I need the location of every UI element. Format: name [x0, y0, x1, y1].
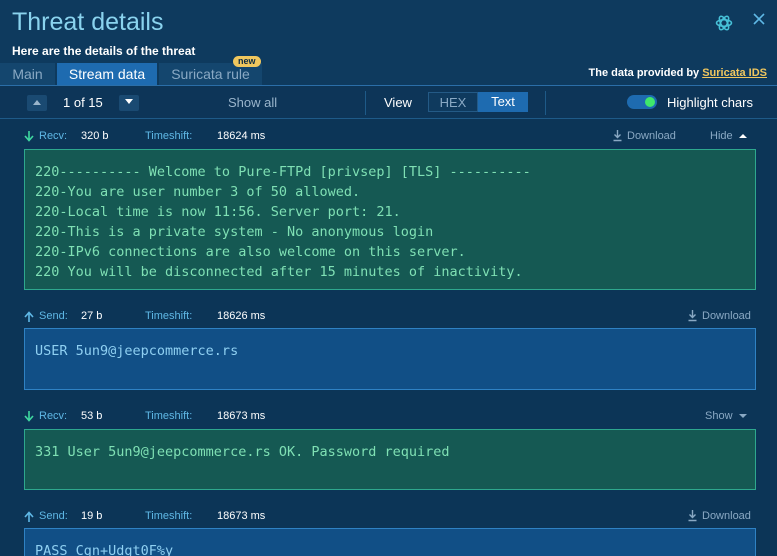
direction-label: Send: [39, 310, 68, 322]
download-label: Download [702, 310, 751, 322]
message-header: Send: 19 b Timeshift: 18673 ms Download [24, 509, 756, 525]
data-provider-note: The data provided by Suricata IDS [589, 67, 767, 79]
stream-toolbar: 1 of 15 Show all View HEX Text Highlight… [0, 87, 777, 119]
received-message-content: 220---------- Welcome to Pure-FTPd [priv… [24, 149, 756, 290]
received-message-content: 331 User 5un9@jeepcommerce.rs OK. Passwo… [24, 429, 756, 490]
new-badge: new [233, 56, 261, 67]
sent-message-content: USER 5un9@jeepcommerce.rs [24, 328, 756, 390]
download-icon [688, 310, 697, 322]
download-icon [613, 130, 622, 142]
timeshift-value: 18673 ms [217, 510, 266, 522]
caret-up-icon [738, 134, 747, 138]
stream-pager: 1 of 15 [63, 95, 103, 110]
view-label: View [384, 95, 412, 110]
timeshift-value: 18673 ms [217, 410, 266, 422]
hide-button[interactable]: Hide [710, 130, 747, 142]
direction-label: Recv: [39, 130, 68, 142]
caret-down-icon [738, 414, 747, 418]
hide-label: Hide [710, 130, 733, 142]
sent-message-content: PASS Cgn+Udgt0F%y [24, 528, 756, 556]
page-subtitle: Here are the details of the threat [12, 44, 196, 58]
timeshift-label: Timeshift: [145, 510, 193, 522]
message-size: 53 b [81, 410, 103, 422]
highlight-chars-toggle[interactable] [627, 95, 657, 109]
message-header: Send: 27 b Timeshift: 18626 ms Download [24, 309, 756, 325]
show-button[interactable]: Show [705, 410, 747, 422]
direction-label: Recv: [39, 410, 68, 422]
direction-label: Send: [39, 510, 68, 522]
chevron-down-icon [125, 99, 133, 104]
page-title: Threat details [12, 8, 164, 36]
download-icon [688, 510, 697, 522]
download-button[interactable]: Download [688, 510, 751, 522]
toolbar-divider [545, 91, 546, 115]
chevron-up-icon [33, 100, 41, 105]
arrow-up-icon [24, 311, 34, 322]
timeshift-label: Timeshift: [145, 410, 193, 422]
next-stream-button[interactable] [119, 95, 139, 111]
tab-main[interactable]: Main [0, 63, 55, 85]
header: Threat details Here are the details of t… [0, 0, 777, 64]
arrow-up-icon [24, 511, 34, 522]
download-label: Download [702, 510, 751, 522]
view-hex-button[interactable]: HEX [428, 92, 478, 112]
timeshift-label: Timeshift: [145, 310, 193, 322]
openai-icon[interactable] [714, 13, 734, 33]
show-all-button[interactable]: Show all [228, 95, 277, 110]
download-button[interactable]: Download [613, 130, 676, 142]
show-label: Show [705, 410, 733, 422]
timeshift-value: 18624 ms [217, 130, 266, 142]
suricata-ids-link[interactable]: Suricata IDS [702, 67, 767, 79]
tab-stream-data[interactable]: Stream data [57, 63, 157, 85]
download-button[interactable]: Download [688, 310, 751, 322]
timeshift-value: 18626 ms [217, 310, 266, 322]
view-text-button[interactable]: Text [478, 92, 528, 112]
download-label: Download [627, 130, 676, 142]
arrow-down-icon [24, 411, 34, 422]
toggle-knob [645, 97, 655, 107]
arrow-down-icon [24, 131, 34, 142]
message-header: Recv: 53 b Timeshift: 18673 ms Show [24, 409, 756, 425]
timeshift-label: Timeshift: [145, 130, 193, 142]
toolbar-divider [365, 91, 366, 115]
provider-prefix: The data provided by [588, 67, 700, 79]
close-icon[interactable] [752, 12, 766, 26]
message-size: 27 b [81, 310, 103, 322]
highlight-chars-label: Highlight chars [667, 95, 753, 110]
previous-stream-button[interactable] [27, 95, 47, 111]
message-header: Recv: 320 b Timeshift: 18624 ms Download… [24, 129, 756, 145]
message-size: 320 b [81, 130, 109, 142]
message-size: 19 b [81, 510, 103, 522]
